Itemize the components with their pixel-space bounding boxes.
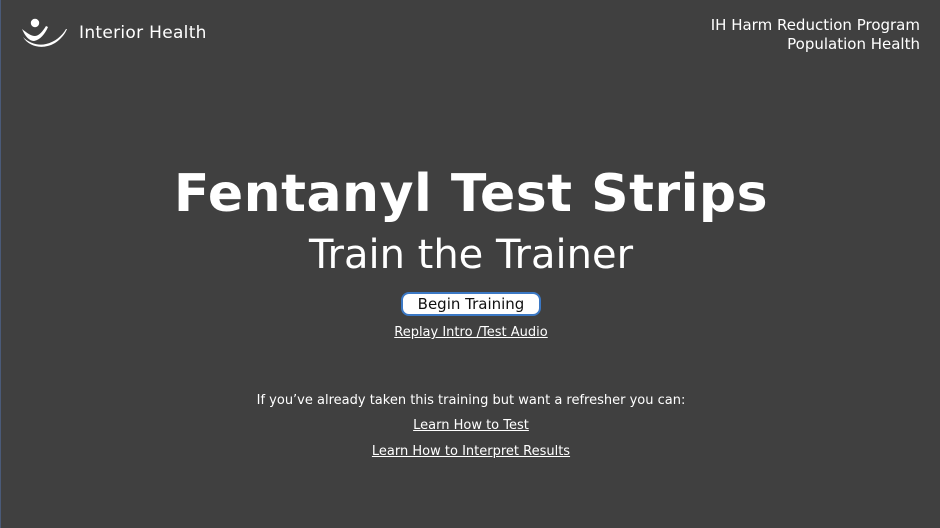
training-slide: Interior Health IH Harm Reduction Progra… xyxy=(0,0,940,528)
page-title: Fentanyl Test Strips xyxy=(173,164,769,224)
page-subtitle: Train the Trainer xyxy=(308,232,634,278)
learn-interpret-results-link[interactable]: Learn How to Interpret Results xyxy=(1,444,940,460)
program-info: IH Harm Reduction Program Population Hea… xyxy=(711,16,920,54)
logo-text: Interior Health xyxy=(79,23,207,43)
begin-training-button[interactable]: Begin Training xyxy=(401,292,541,316)
refresher-text: If you’ve already taken this training bu… xyxy=(256,393,686,408)
learn-how-to-test-link[interactable]: Learn How to Test xyxy=(1,418,940,434)
department-name: Population Health xyxy=(787,35,920,53)
interior-health-logo-icon xyxy=(22,18,67,47)
replay-intro-link[interactable]: Replay Intro /Test Audio xyxy=(1,325,940,341)
interior-health-logo: Interior Health xyxy=(19,17,207,49)
program-name: IH Harm Reduction Program xyxy=(710,16,920,34)
